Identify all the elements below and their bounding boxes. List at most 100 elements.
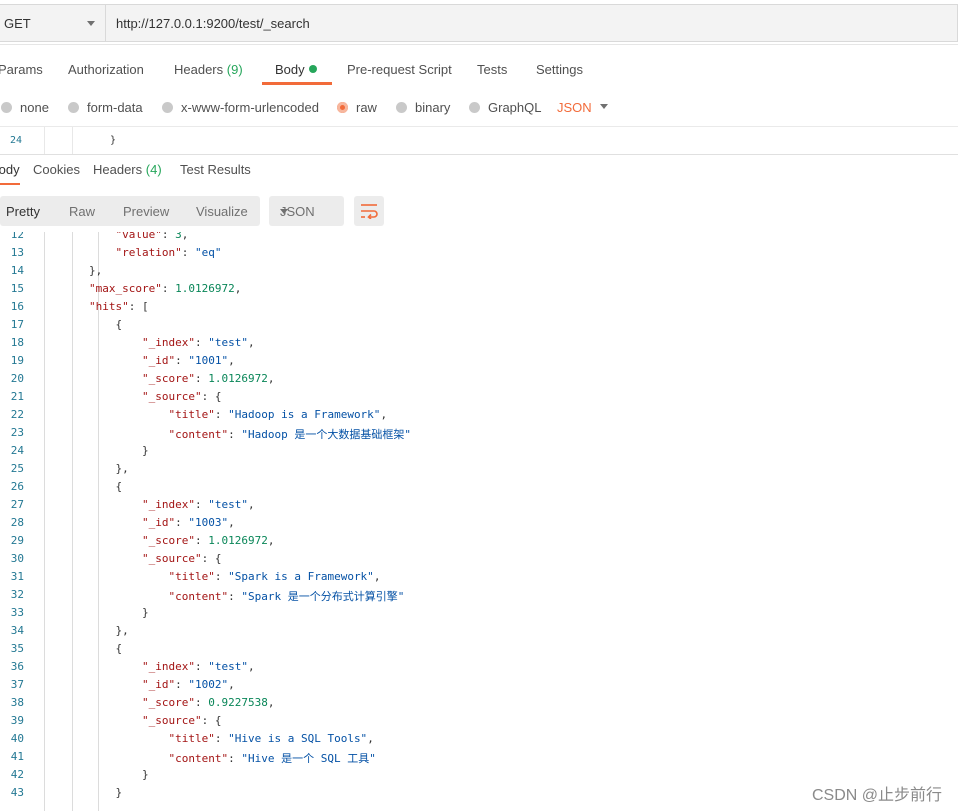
url-input[interactable]: http://127.0.0.1:9200/test/_search	[106, 4, 958, 42]
code-line: 28 "_id": "1003",	[0, 514, 958, 532]
code-line: 29 "_score": 1.0126972,	[0, 532, 958, 550]
code-text: }	[115, 786, 123, 799]
code-text: "title": "Hive is a SQL Tools",	[168, 732, 374, 745]
active-tab-underline	[0, 183, 20, 185]
code-line: 16 "hits": [	[0, 298, 958, 316]
code-text: "_index": "test",	[142, 660, 255, 673]
code-text: "_index": "test",	[142, 336, 255, 349]
line-number: 18	[10, 336, 24, 349]
code-line: 19 "_id": "1001",	[0, 352, 958, 370]
line-number: 12	[10, 232, 24, 241]
code-text: {	[115, 480, 123, 493]
line-number: 17	[10, 318, 24, 331]
code-text: "_score": 1.0126972,	[142, 372, 275, 385]
code-text: {	[115, 642, 123, 655]
code-line: 41 "content": "Hive 是一个 SQL 工具"	[0, 748, 958, 766]
line-number: 26	[10, 480, 24, 493]
view-preview[interactable]: Preview	[123, 204, 169, 219]
code-text: }	[142, 606, 149, 619]
radio-binary[interactable]: binary	[396, 100, 450, 115]
code-line: 15 "max_score": 1.0126972,	[0, 280, 958, 298]
line-number: 27	[10, 498, 24, 511]
code-line: 33}	[0, 604, 958, 622]
tab-authorization[interactable]: Authorization	[68, 62, 144, 77]
code-text: }	[142, 444, 149, 457]
tab-body[interactable]: Body	[275, 62, 317, 77]
code-line: 24}	[0, 442, 958, 460]
code-text: "value": 3,	[115, 232, 189, 241]
url-text: http://127.0.0.1:9200/test/_search	[116, 16, 310, 31]
radio-graphql[interactable]: GraphQL	[469, 100, 541, 115]
code-line: 17 {	[0, 316, 958, 334]
radio-icon	[1, 102, 12, 113]
view-pretty[interactable]: Pretty	[6, 204, 40, 219]
code-text: "_source": {	[142, 714, 222, 727]
code-line: 18 "_index": "test",	[0, 334, 958, 352]
tab-headers[interactable]: Headers (9)	[174, 62, 243, 77]
code-text: "_score": 0.9227538,	[142, 696, 275, 709]
line-number: 31	[10, 570, 24, 583]
radio-icon	[469, 102, 480, 113]
radio-x-www-form-urlencoded[interactable]: x-www-form-urlencoded	[162, 100, 319, 115]
response-body-viewer[interactable]: 12 "value": 3, 13 "relation": "eq" 14}, 15 "ma…	[0, 232, 958, 811]
code-line: 21 "_source": {	[0, 388, 958, 406]
radio-none[interactable]: none	[1, 100, 49, 115]
code-text: "_source": {	[142, 552, 222, 565]
gutter-divider	[44, 127, 45, 154]
line-number: 25	[10, 462, 24, 475]
code-line: 14},	[0, 262, 958, 280]
code-line: 37 "_id": "1002",	[0, 676, 958, 694]
response-tabs: Body Cookies Headers (4) Test Results	[0, 154, 958, 188]
request-body-editor[interactable]: 24 }	[0, 126, 958, 155]
line-number: 28	[10, 516, 24, 529]
code-text: "hits": [	[89, 300, 149, 313]
request-url-bar: GET http://127.0.0.1:9200/test/_search	[0, 0, 958, 45]
code-line: 25},	[0, 460, 958, 478]
code-line: 20 "_score": 1.0126972,	[0, 370, 958, 388]
view-raw[interactable]: Raw	[69, 204, 95, 219]
view-visualize[interactable]: Visualize	[196, 204, 248, 219]
line-number: 30	[10, 552, 24, 565]
code-text: "content": "Spark 是一个分布式计算引擎"	[168, 590, 405, 603]
line-number: 16	[10, 300, 24, 313]
line-number: 24	[10, 444, 24, 457]
line-number: 39	[10, 714, 24, 727]
body-format-select[interactable]: JSON	[557, 100, 592, 115]
tab-cookies[interactable]: Cookies	[33, 162, 80, 177]
code-text: "_score": 1.0126972,	[142, 534, 275, 547]
tab-tests[interactable]: Tests	[477, 62, 507, 77]
code-line: 27 "_index": "test",	[0, 496, 958, 514]
body-type-selector: none form-data x-www-form-urlencoded raw…	[0, 94, 958, 124]
radio-raw[interactable]: raw	[337, 100, 377, 115]
code-line: 36 "_index": "test",	[0, 658, 958, 676]
line-number: 29	[10, 534, 24, 547]
code-text: "content": "Hive 是一个 SQL 工具"	[168, 752, 376, 765]
code-text: "max_score": 1.0126972,	[89, 282, 242, 295]
chevron-down-icon	[87, 21, 95, 26]
chevron-down-icon	[280, 209, 288, 214]
tab-response-headers[interactable]: Headers (4)	[93, 162, 162, 177]
code-text: },	[115, 462, 129, 475]
code-line: 22 "title": "Hadoop is a Framework",	[0, 406, 958, 424]
code-text: "_id": "1002",	[142, 678, 235, 691]
radio-form-data[interactable]: form-data	[68, 100, 143, 115]
tab-pre-request-script[interactable]: Pre-request Script	[347, 62, 452, 77]
line-number: 42	[10, 768, 24, 781]
tab-test-results[interactable]: Test Results	[180, 162, 251, 177]
line-number: 38	[10, 696, 24, 709]
code-text: }	[142, 768, 149, 781]
tab-params[interactable]: Params	[0, 62, 43, 77]
code-line: 12 "value": 3,	[0, 232, 958, 244]
code-line: 30 "_source": {	[0, 550, 958, 568]
code-line: 32 "content": "Spark 是一个分布式计算引擎"	[0, 586, 958, 604]
code-text: "content": "Hadoop 是一个大数据基础框架"	[168, 428, 411, 441]
line-number: 33	[10, 606, 24, 619]
method-select[interactable]: GET	[0, 4, 106, 42]
tab-response-body[interactable]: Body	[0, 162, 20, 177]
code-text: }	[110, 135, 117, 146]
code-line: 31 "title": "Spark is a Framework",	[0, 568, 958, 586]
code-text: "_source": {	[142, 390, 222, 403]
wrap-lines-button[interactable]	[354, 196, 384, 226]
response-format-select[interactable]: JSON	[269, 196, 344, 226]
tab-settings[interactable]: Settings	[536, 62, 583, 77]
